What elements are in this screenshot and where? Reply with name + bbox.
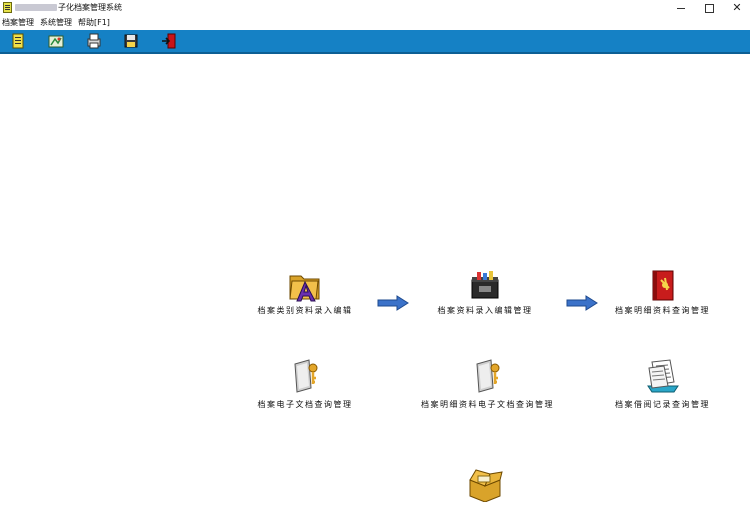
key-document-icon (476, 359, 500, 393)
map-button[interactable] (48, 33, 64, 49)
module-archive-box[interactable] (462, 466, 508, 506)
toolbar (0, 30, 750, 54)
window-title-text: 子化档案管理系统 (58, 3, 122, 12)
save-button[interactable] (123, 33, 139, 49)
close-button[interactable]: ✕ (723, 0, 750, 16)
map-icon (48, 35, 64, 48)
arrow-right-icon (377, 295, 409, 311)
document-stack-icon (647, 359, 679, 393)
module-detail-edoc-query[interactable]: 档案明细资料电子文档查询管理 (415, 358, 560, 410)
notebook-icon (12, 33, 24, 49)
module-label: 档案明细资料电子文档查询管理 (421, 400, 554, 409)
module-label: 档案电子文档查询管理 (257, 400, 353, 409)
key-document-icon (294, 359, 318, 393)
close-icon: ✕ (732, 1, 742, 14)
menu-system[interactable]: 系统管理 (40, 17, 72, 29)
notebook-button[interactable] (10, 33, 26, 49)
exit-door-icon (162, 33, 176, 49)
menu-archive[interactable]: 档案管理 (2, 17, 34, 29)
menu-help[interactable]: 帮助[F1] (78, 17, 110, 29)
maximize-button[interactable] (695, 0, 723, 16)
toolbox-icon (471, 271, 499, 299)
save-disk-icon (124, 34, 138, 48)
maximize-icon (704, 3, 714, 13)
exit-button[interactable] (161, 33, 177, 49)
obscured-title-prefix (15, 4, 57, 11)
arrow-right-icon (566, 295, 598, 311)
window-title: 子化档案管理系统 (15, 2, 122, 13)
module-label: 档案类别资料录入编辑 (257, 306, 353, 315)
printer-icon (87, 33, 101, 49)
minimize-icon (677, 7, 685, 9)
module-borrow-query[interactable]: 档案借阅记录查询管理 (610, 358, 715, 410)
open-box-icon (469, 469, 503, 502)
folder-a-icon (289, 275, 320, 302)
menu-bar: 档案管理 系统管理 帮助[F1] (0, 17, 750, 29)
module-record-entry[interactable]: 档案资料录入编辑管理 (420, 268, 550, 318)
app-icon (3, 2, 12, 13)
module-label: 档案明细资料查询管理 (615, 306, 710, 315)
title-bar: 子化档案管理系统 ✕ (0, 0, 750, 16)
module-edoc-query[interactable]: 档案电子文档查询管理 (250, 358, 360, 410)
module-category-entry[interactable]: 档案类别资料录入编辑 (250, 268, 360, 318)
minimize-button[interactable] (667, 0, 695, 16)
print-button[interactable] (86, 33, 102, 49)
module-label: 档案资料录入编辑管理 (437, 306, 533, 315)
red-book-icon (652, 270, 674, 301)
module-detail-query[interactable]: 档案明细资料查询管理 (610, 268, 715, 318)
module-label: 档案借阅记录查询管理 (615, 400, 710, 409)
